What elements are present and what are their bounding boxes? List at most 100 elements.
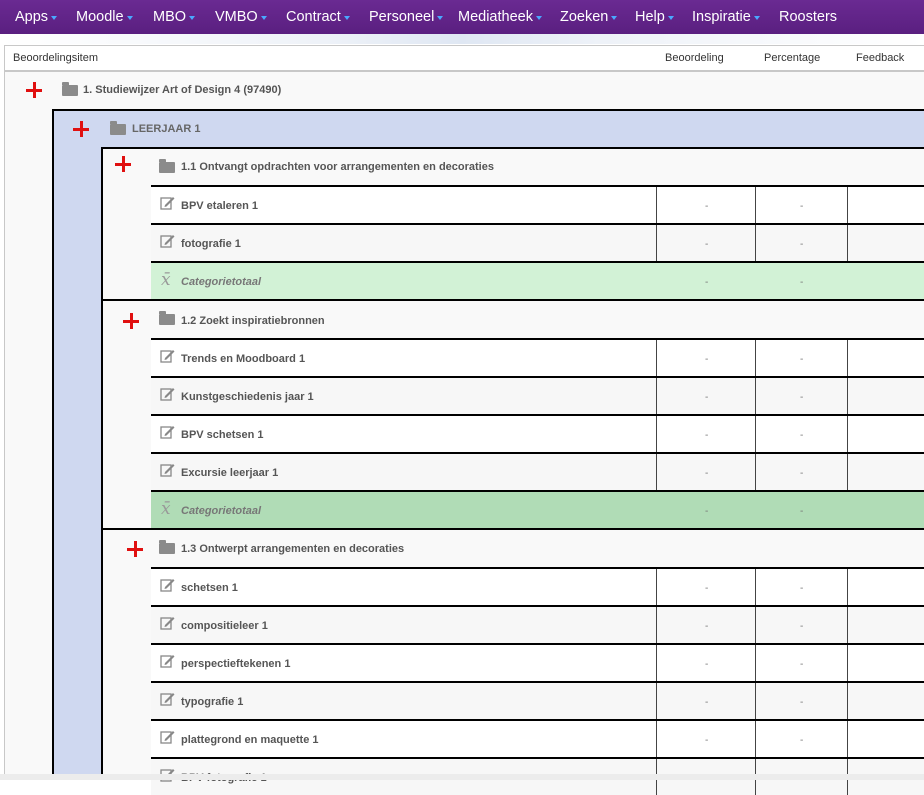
folder-icon bbox=[62, 82, 78, 96]
edit-icon[interactable] bbox=[160, 577, 175, 592]
nav-label: Zoeken bbox=[560, 9, 609, 25]
header-feedback[interactable]: Feedback bbox=[856, 52, 904, 64]
plus-icon[interactable] bbox=[123, 313, 139, 329]
plus-icon[interactable] bbox=[127, 541, 143, 557]
nav-zoeken[interactable]: Zoeken bbox=[560, 0, 618, 34]
nav-personeel[interactable]: Personeel bbox=[369, 0, 444, 34]
category-title: 1.3 Ontwerpt arrangementen en decoraties bbox=[181, 543, 405, 555]
table-row[interactable]: BPV schetsen 1 - - bbox=[151, 414, 924, 452]
grade-item-name[interactable]: BPV schetsen 1 bbox=[181, 429, 264, 441]
column-divider bbox=[847, 721, 848, 757]
column-divider bbox=[755, 340, 756, 376]
table-row[interactable]: plattegrond en maquette 1 - - bbox=[151, 719, 924, 757]
nav-moodle[interactable]: Moodle bbox=[76, 0, 133, 34]
column-divider bbox=[656, 225, 657, 261]
table-row[interactable]: Kunstgeschiedenis jaar 1 - - bbox=[151, 376, 924, 414]
grade-item-name[interactable]: BPV etaleren 1 bbox=[181, 200, 258, 212]
grade-value: - bbox=[705, 659, 709, 670]
column-divider bbox=[656, 187, 657, 223]
nav-shadow-band bbox=[0, 34, 924, 44]
year-title: LEERJAAR 1 bbox=[132, 123, 201, 135]
nav-contract[interactable]: Contract bbox=[286, 0, 350, 34]
column-divider bbox=[755, 187, 756, 223]
column-divider bbox=[755, 683, 756, 719]
nav-apps[interactable]: Apps bbox=[15, 0, 58, 34]
column-divider bbox=[755, 454, 756, 490]
nav-mediatheek[interactable]: Mediatheek bbox=[458, 0, 542, 34]
nav-vmbo[interactable]: VMBO bbox=[215, 0, 267, 34]
percentage-value: - bbox=[800, 659, 804, 670]
column-divider bbox=[656, 340, 657, 376]
column-divider bbox=[847, 187, 848, 223]
nav-label: MBO bbox=[153, 9, 187, 25]
horizontal-scrollbar[interactable] bbox=[0, 774, 924, 780]
grade-value: - bbox=[705, 621, 709, 632]
column-divider bbox=[847, 645, 848, 681]
nav-label: Apps bbox=[15, 9, 49, 25]
edit-icon[interactable] bbox=[160, 386, 175, 401]
table-row[interactable]: typografie 1 - - bbox=[151, 681, 924, 719]
nav-label: Personeel bbox=[369, 9, 435, 25]
grade-item-name[interactable]: perspectieftekenen 1 bbox=[181, 658, 290, 670]
column-divider bbox=[847, 340, 848, 376]
chevron-down-icon bbox=[667, 15, 674, 20]
percentage-value: - bbox=[800, 392, 804, 403]
header-grade[interactable]: Beoordeling bbox=[665, 52, 724, 64]
grade-value: - bbox=[705, 506, 709, 517]
grade-item-name[interactable]: schetsen 1 bbox=[181, 582, 238, 594]
nav-label: Contract bbox=[286, 9, 341, 25]
column-divider bbox=[755, 721, 756, 757]
percentage-value: - bbox=[800, 583, 804, 594]
column-divider bbox=[847, 225, 848, 261]
nav-inspiratie[interactable]: Inspiratie bbox=[692, 0, 760, 34]
grade-item-name[interactable]: compositieleer 1 bbox=[181, 620, 268, 632]
category-title: 1.1 Ontvangt opdrachten voor arrangement… bbox=[181, 161, 494, 173]
percentage-value: - bbox=[800, 506, 804, 517]
plus-icon[interactable] bbox=[73, 121, 89, 137]
edit-icon[interactable] bbox=[160, 348, 175, 363]
percentage-value: - bbox=[800, 735, 804, 746]
column-divider bbox=[656, 721, 657, 757]
grade-value: - bbox=[705, 468, 709, 479]
table-row[interactable]: Excursie leerjaar 1 - - bbox=[151, 452, 924, 490]
plus-icon[interactable] bbox=[26, 82, 42, 98]
edit-icon[interactable] bbox=[160, 195, 175, 210]
grade-item-name[interactable]: typografie 1 bbox=[181, 696, 243, 708]
edit-icon[interactable] bbox=[160, 691, 175, 706]
grade-item-name[interactable]: Excursie leerjaar 1 bbox=[181, 467, 278, 479]
edit-icon[interactable] bbox=[160, 729, 175, 744]
folder-icon bbox=[159, 159, 175, 173]
column-divider bbox=[656, 378, 657, 414]
grade-item-name[interactable]: fotografie 1 bbox=[181, 238, 241, 250]
chevron-down-icon bbox=[611, 15, 618, 20]
edit-icon[interactable] bbox=[160, 462, 175, 477]
header-percentage[interactable]: Percentage bbox=[764, 52, 820, 64]
nav-mbo[interactable]: MBO bbox=[153, 0, 196, 34]
edit-icon[interactable] bbox=[160, 653, 175, 668]
grade-item-name[interactable]: Trends en Moodboard 1 bbox=[181, 353, 305, 365]
edit-icon[interactable] bbox=[160, 615, 175, 630]
column-divider bbox=[656, 416, 657, 452]
plus-icon[interactable] bbox=[115, 156, 131, 172]
table-row[interactable]: perspectieftekenen 1 - - bbox=[151, 643, 924, 681]
nav-help[interactable]: Help bbox=[635, 0, 674, 34]
column-divider bbox=[656, 607, 657, 643]
category-total-row: x̄ Categorietotaal - - bbox=[151, 261, 924, 299]
chevron-down-icon bbox=[260, 15, 267, 20]
edit-icon[interactable] bbox=[160, 233, 175, 248]
percentage-value: - bbox=[800, 354, 804, 365]
table-row[interactable]: BPV etaleren 1 - - bbox=[151, 185, 924, 223]
grade-item-name[interactable]: Kunstgeschiedenis jaar 1 bbox=[181, 391, 314, 403]
table-row[interactable]: compositieleer 1 - - bbox=[151, 605, 924, 643]
column-divider bbox=[656, 454, 657, 490]
nav-label: Help bbox=[635, 9, 665, 25]
table-row[interactable]: Trends en Moodboard 1 - - bbox=[151, 338, 924, 376]
edit-icon[interactable] bbox=[160, 424, 175, 439]
grade-item-name[interactable]: plattegrond en maquette 1 bbox=[181, 734, 319, 746]
top-navbar: Apps Moodle MBO VMBO Contract Personeel … bbox=[0, 0, 924, 34]
percentage-value: - bbox=[800, 239, 804, 250]
nav-label: Roosters bbox=[779, 9, 838, 25]
table-row[interactable]: fotografie 1 - - bbox=[151, 223, 924, 261]
table-row[interactable]: schetsen 1 - - bbox=[151, 567, 924, 605]
nav-roosters[interactable]: Roosters bbox=[779, 0, 837, 34]
